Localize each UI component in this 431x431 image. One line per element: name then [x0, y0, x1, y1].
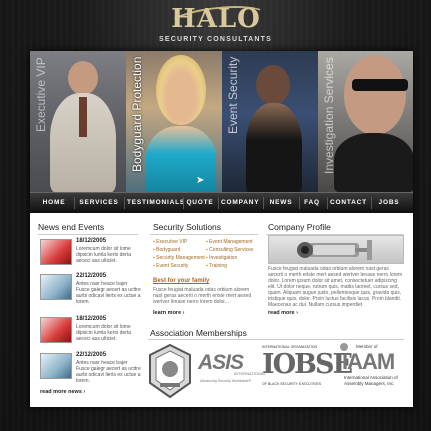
nav-news[interactable]: NEWS — [267, 193, 295, 213]
person-suit — [334, 133, 413, 192]
solution-link[interactable]: Consulting Services — [206, 246, 253, 254]
sunglasses — [352, 79, 408, 91]
solutions-title: Security Solutions — [153, 222, 222, 232]
iobse-wordmark: IOBSE — [262, 349, 353, 380]
person-head — [68, 61, 98, 95]
solution-link[interactable]: Bodyguard — [153, 246, 205, 254]
read-more-news-link[interactable]: read more news › — [40, 389, 85, 395]
person-tie — [79, 97, 87, 137]
solutions-list-left: Executive VIP Bodyguard Security Managem… — [153, 238, 205, 270]
news-date: 18/12/2005 — [76, 238, 107, 244]
news-text: Antes nasr heace bajer Fusce gaiegr aece… — [76, 360, 141, 384]
solution-link[interactable]: Event Management — [206, 238, 253, 246]
nav-divider — [327, 197, 328, 209]
news-thumbnail[interactable] — [40, 317, 72, 343]
iaam-wordmark: IAAM — [342, 349, 395, 374]
solution-link[interactable]: Executive VIP — [153, 238, 205, 246]
news-thumbnail[interactable] — [40, 353, 72, 379]
person-top — [146, 126, 216, 192]
solutions-list-right: Event Management Consulting Services Inv… — [206, 238, 253, 270]
panel-label: Event Security — [226, 57, 240, 135]
news-item[interactable]: 18/12/2005 Loremcum dolor sit lome dipsi… — [40, 316, 140, 345]
news-title: News end Events — [38, 222, 105, 232]
person-head — [156, 55, 206, 125]
content-area: News end Events 18/12/2005 Loremcum dolo… — [30, 213, 413, 407]
brand-name: HALO — [171, 4, 261, 34]
banner-panel-bodyguard[interactable]: Bodyguard Protection ➤ — [126, 51, 222, 192]
nav-divider — [124, 197, 125, 209]
nav-divider — [371, 197, 372, 209]
nav-divider — [218, 197, 219, 209]
panel-label: Executive VIP — [34, 57, 48, 132]
news-date: 22/12/2005 — [76, 352, 107, 358]
banner-panel-executive-vip[interactable]: Executive VIP — [30, 51, 126, 192]
memberships-title: Association Memberships — [150, 328, 247, 338]
banner-panel-investigation[interactable]: Investigation Services — [318, 51, 413, 192]
best-for-family-link[interactable]: Best for your family — [153, 278, 209, 284]
news-thumbnail[interactable] — [40, 274, 72, 300]
profile-title: Company Profile — [268, 222, 331, 232]
solution-link[interactable]: Event Security — [153, 262, 205, 270]
shield-emblem-logo[interactable] — [148, 343, 192, 399]
person-head — [256, 65, 290, 105]
camera-icon — [297, 240, 372, 260]
news-item[interactable]: 18/12/2005 Loremcum dolor sit lome dipsi… — [40, 238, 140, 267]
news-date: 18/12/2005 — [76, 316, 107, 322]
news-item[interactable]: 22/12/2005 Antes nasr heace bajer Fusce … — [40, 273, 141, 305]
nav-faq[interactable]: FAQ — [302, 193, 322, 213]
asis-slogan: Advancing Security Worldwide® — [200, 379, 252, 383]
nav-contact[interactable]: CONTACT — [330, 193, 366, 213]
person-head — [344, 55, 406, 135]
main-nav: HOME SERVICES TESTIMONIALS QUOTE COMPANY… — [30, 192, 413, 214]
nav-services[interactable]: SERVICES — [78, 193, 120, 213]
cursor-icon: ➤ — [196, 175, 205, 186]
nav-jobs[interactable]: JOBS — [375, 193, 403, 213]
nav-divider — [183, 197, 184, 209]
hero-banner: Executive VIP Bodyguard Protection ➤ Eve… — [30, 51, 413, 192]
divider — [38, 234, 138, 235]
best-for-family-text: Fusce feugiat maluada odas orbium alorem… — [153, 287, 252, 305]
learn-more-link[interactable]: learn more › — [153, 310, 184, 316]
iobse-bottom-text: OF BLACK SECURITY EXECUTIVES — [262, 382, 322, 386]
solution-link[interactable]: Investigation — [206, 254, 253, 262]
profile-read-more-link[interactable]: read more › — [268, 310, 298, 316]
nav-home[interactable]: HOME — [38, 193, 70, 213]
site-header: HALO SECURITY CONSULTANTS — [0, 0, 431, 50]
profile-text: Fusce feugiat maluada odas orbium alorem… — [268, 266, 403, 308]
nav-testimonials[interactable]: TESTIMONIALS — [127, 193, 184, 213]
panel-label: Investigation Services — [322, 57, 336, 174]
panel-label: Bodyguard Protection — [130, 57, 144, 173]
iobse-logo[interactable]: INTERNATIONAL ORGANIZATION IOBSE OF BLAC… — [260, 345, 353, 395]
cctv-camera-image — [268, 235, 404, 264]
solution-link[interactable]: Training — [206, 262, 253, 270]
brand-tagline: SECURITY CONSULTANTS — [158, 36, 273, 43]
nav-divider — [263, 197, 264, 209]
solution-link[interactable]: Security Management — [153, 254, 205, 262]
news-thumbnail[interactable] — [40, 239, 72, 265]
nav-divider — [74, 197, 75, 209]
news-text: Loremcum dolor sit lome dipsicin lumla k… — [76, 246, 132, 264]
news-text: Antes nasr heace bajer Fusce gaiegr aece… — [76, 281, 141, 305]
nav-divider — [299, 197, 300, 209]
shield-icon — [149, 343, 191, 399]
membership-logos: ASIS INTERNATIONAL Advancing Security Wo… — [148, 343, 408, 399]
news-date: 22/12/2005 — [76, 273, 107, 279]
halo-logo[interactable]: HALO — [164, 1, 270, 39]
iaam-logo[interactable]: Member of IAAM International Association… — [340, 343, 408, 399]
banner-panel-event-security[interactable]: Event Security — [222, 51, 318, 192]
asis-logo[interactable]: ASIS INTERNATIONAL Advancing Security Wo… — [198, 351, 266, 391]
divider — [150, 234, 258, 235]
news-item[interactable]: 22/12/2005 Antes nasr heace bajer Fusce … — [40, 352, 141, 384]
iaam-fullname: International Association of Assembly Ma… — [344, 375, 398, 386]
divider — [148, 339, 404, 340]
news-text: Loremcum dolor sit lome dipsicin lumla k… — [76, 324, 132, 342]
person-body — [246, 103, 302, 192]
nav-company[interactable]: COMPANY — [221, 193, 259, 213]
nav-quote[interactable]: QUOTE — [186, 193, 214, 213]
